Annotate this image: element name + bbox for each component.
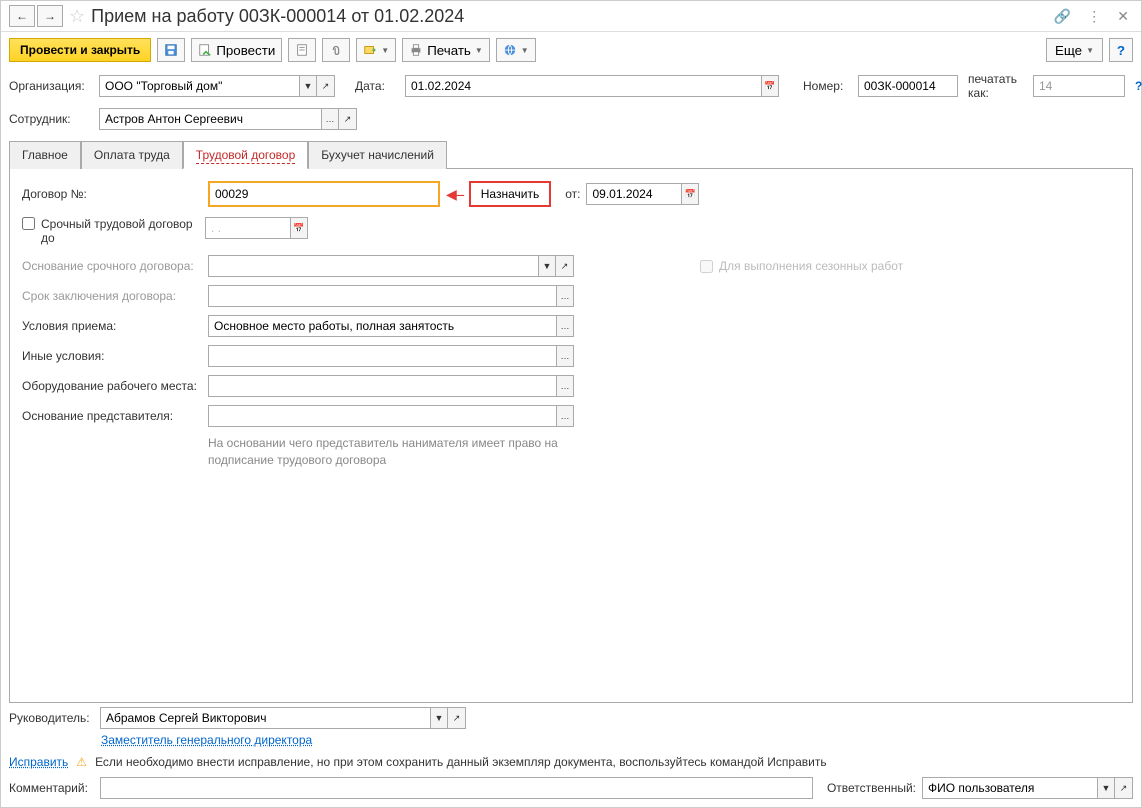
org-input[interactable]	[99, 75, 299, 97]
basis-label: Основание срочного договора:	[22, 259, 202, 273]
ellipsis-icon[interactable]: …	[556, 315, 574, 337]
fixed-term-date-input[interactable]	[205, 217, 290, 239]
print-as-help-icon[interactable]: ?	[1135, 74, 1142, 98]
basis-input	[208, 255, 538, 277]
comment-input[interactable]	[100, 777, 813, 799]
open-icon: ↗	[556, 255, 574, 277]
chevron-down-icon: ▼	[381, 46, 389, 55]
comment-label: Комментарий:	[9, 781, 94, 795]
chevron-down-icon: ▼	[521, 46, 529, 55]
rep-basis-label: Основание представителя:	[22, 409, 202, 423]
create-based-button[interactable]: ▼	[356, 38, 396, 62]
conditions-input[interactable]	[208, 315, 556, 337]
open-icon[interactable]: ↗	[339, 108, 357, 130]
from-label: от:	[565, 187, 580, 201]
print-as-input[interactable]	[1033, 75, 1125, 97]
document-button[interactable]	[288, 38, 316, 62]
more-label: Еще	[1055, 43, 1082, 58]
equipment-label: Оборудование рабочего места:	[22, 379, 202, 393]
more-button[interactable]: Еще ▼	[1046, 38, 1103, 62]
tab-accounting[interactable]: Бухучет начислений	[308, 141, 447, 169]
page-title: Прием на работу 00ЗК-000014 от 01.02.202…	[91, 6, 464, 27]
nav-back-button[interactable]: ←	[9, 5, 35, 27]
post-label: Провести	[216, 43, 275, 58]
manager-input[interactable]	[100, 707, 430, 729]
seasonal-checkbox	[700, 260, 713, 273]
calendar-icon[interactable]: 📅	[681, 183, 699, 205]
dropdown-icon: ▼	[538, 255, 556, 277]
floppy-icon	[164, 43, 178, 57]
date-input[interactable]	[405, 75, 761, 97]
equipment-input[interactable]	[208, 375, 556, 397]
term-label: Срок заключения договора:	[22, 289, 202, 303]
print-button[interactable]: Печать ▼	[402, 38, 490, 62]
warning-icon: ⚠	[76, 755, 87, 769]
number-label: Номер:	[803, 79, 848, 93]
tab-main[interactable]: Главное	[9, 141, 81, 169]
tab-contract[interactable]: Трудовой договор	[183, 141, 308, 169]
ellipsis-icon[interactable]: …	[321, 108, 339, 130]
favorite-star-icon[interactable]: ☆	[69, 6, 85, 27]
manager-label: Руководитель:	[9, 711, 94, 725]
kebab-icon[interactable]: ⋮	[1083, 6, 1105, 27]
ellipsis-icon[interactable]: …	[556, 345, 574, 367]
attach-button[interactable]	[322, 38, 350, 62]
arrow-left-icon: ◀---	[446, 186, 463, 203]
close-icon[interactable]: ✕	[1113, 6, 1133, 27]
conditions-label: Условия приема:	[22, 319, 202, 333]
paperclip-icon	[329, 43, 343, 57]
fixed-term-label: Срочный трудовой договор до	[41, 217, 199, 245]
open-icon[interactable]: ↗	[448, 707, 466, 729]
calendar-icon[interactable]: 📅	[290, 217, 308, 239]
chevron-down-icon: ▼	[1086, 46, 1094, 55]
contract-number-label: Договор №:	[22, 187, 202, 201]
other-label: Иные условия:	[22, 349, 202, 363]
responsible-input[interactable]	[922, 777, 1097, 799]
org-label: Организация:	[9, 79, 89, 93]
post-icon	[198, 43, 212, 57]
open-icon[interactable]: ↗	[317, 75, 335, 97]
chevron-down-icon: ▼	[475, 46, 483, 55]
number-input[interactable]	[858, 75, 958, 97]
save-button[interactable]	[157, 38, 185, 62]
ellipsis-icon: …	[556, 285, 574, 307]
from-date-input[interactable]	[586, 183, 681, 205]
open-icon[interactable]: ↗	[1115, 777, 1133, 799]
fix-link[interactable]: Исправить	[9, 755, 68, 769]
nav-forward-button[interactable]: →	[37, 5, 63, 27]
print-label: Печать	[427, 43, 471, 58]
print-as-label: печатать как:	[968, 72, 1023, 100]
tab-payment[interactable]: Оплата труда	[81, 141, 183, 169]
folder-arrow-icon	[363, 43, 377, 57]
assign-button[interactable]: Назначить	[469, 181, 551, 207]
fixed-term-checkbox[interactable]	[22, 217, 35, 230]
printer-icon	[409, 43, 423, 57]
calendar-icon[interactable]: 📅	[761, 75, 779, 97]
document-icon	[295, 43, 309, 57]
link-icon[interactable]: 🔗	[1050, 6, 1075, 27]
ellipsis-icon[interactable]: …	[556, 375, 574, 397]
contract-number-input[interactable]	[208, 181, 440, 207]
warn-text: Если необходимо внести исправление, но п…	[95, 755, 827, 769]
employee-label: Сотрудник:	[9, 112, 89, 126]
term-input	[208, 285, 556, 307]
employee-input[interactable]	[99, 108, 321, 130]
seasonal-label: Для выполнения сезонных работ	[719, 259, 903, 273]
post-and-close-button[interactable]: Провести и закрыть	[9, 38, 151, 62]
rep-basis-input[interactable]	[208, 405, 556, 427]
post-button[interactable]: Провести	[191, 38, 282, 62]
other-input[interactable]	[208, 345, 556, 367]
dropdown-icon[interactable]: ▼	[1097, 777, 1115, 799]
rep-basis-hint: На основании чего представитель нанимате…	[208, 435, 588, 469]
responsible-label: Ответственный:	[827, 781, 916, 795]
date-label: Дата:	[355, 79, 395, 93]
manager-position-link[interactable]: Заместитель генерального директора	[101, 733, 312, 747]
help-button[interactable]: ?	[1109, 38, 1133, 62]
dropdown-icon[interactable]: ▼	[430, 707, 448, 729]
ellipsis-icon[interactable]: …	[556, 405, 574, 427]
globe-icon	[503, 43, 517, 57]
extra-button[interactable]: ▼	[496, 38, 536, 62]
dropdown-icon[interactable]: ▼	[299, 75, 317, 97]
